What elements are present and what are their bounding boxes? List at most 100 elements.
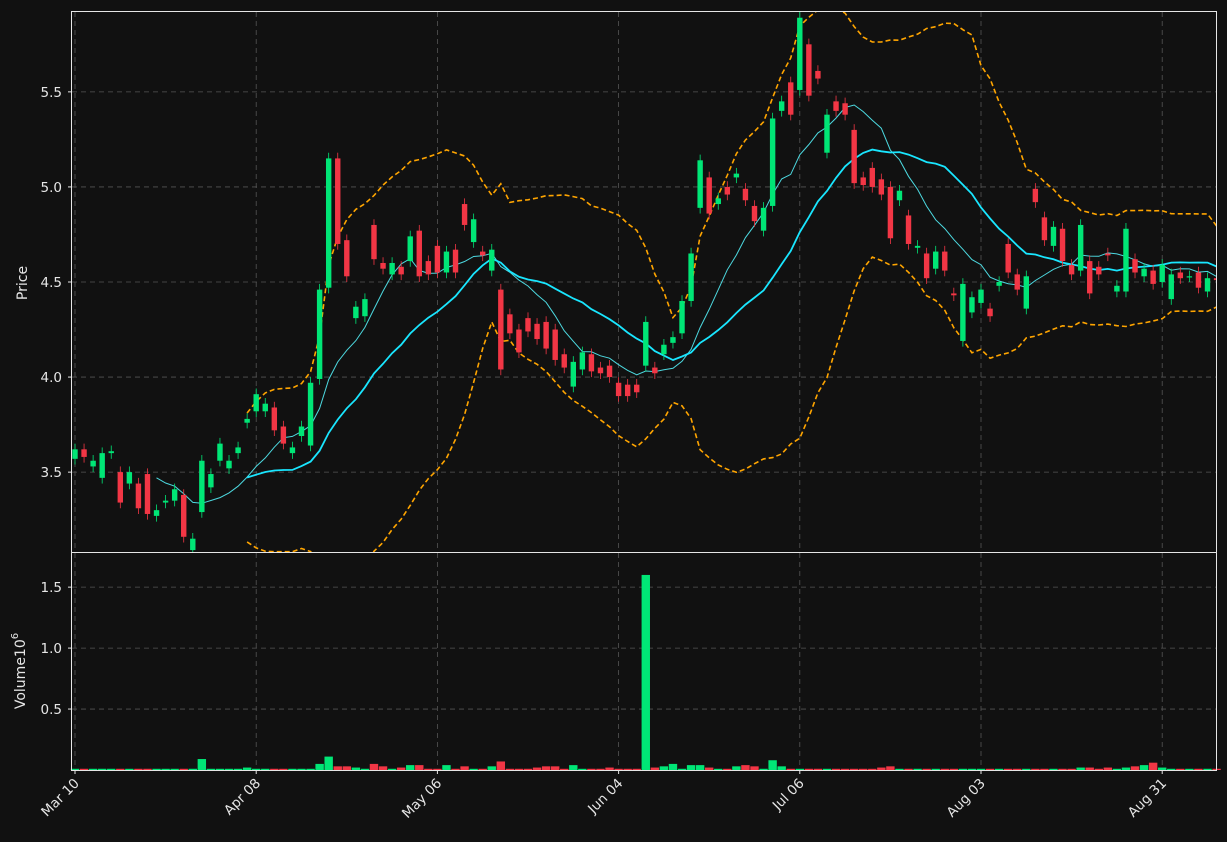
candle-body [1096,266,1102,275]
candle-body [516,329,522,353]
volume-bar [904,768,913,770]
volume-bar [1058,768,1067,770]
candle-body [951,293,957,296]
candle-body [933,251,939,269]
candle-body [253,394,259,412]
candle-body [416,230,422,277]
volume-bar [695,765,705,770]
candle-body [1023,276,1029,309]
volume-bar [351,767,361,770]
volume-bar [188,768,197,770]
candle-body [960,283,966,341]
candle-body [760,207,767,231]
volume-bar [1094,768,1103,770]
candle-body [407,236,413,262]
candle-body [335,158,341,244]
candle-body [126,472,133,484]
candle-body [887,186,894,239]
volume-bar [1185,768,1194,770]
volume-bar [886,766,895,770]
candle-body [806,44,812,96]
candle-body [597,367,604,374]
volume-tick-label: 1.0 [41,641,62,657]
candle-body [244,418,250,423]
volume-bar [958,768,968,770]
candle-body [144,474,151,514]
volume-bar [88,768,98,770]
candle-body [425,261,432,275]
candle-body [217,443,223,461]
candle-body [190,538,196,551]
candle-body [380,262,386,269]
candle-body [1150,270,1156,284]
candle-body [788,82,794,115]
candle-body [489,249,495,271]
volume-bar [288,768,297,770]
volume-bar [777,766,786,770]
candle-body [235,447,241,454]
candle-body [534,323,540,340]
candle-body [733,173,740,178]
candle-body [914,245,921,248]
candle-body [579,352,586,370]
candle-body [615,382,622,397]
volume-bar [1067,768,1076,770]
candle-body [153,510,160,516]
volume-bar [705,767,714,770]
volume-axis-label-text: Volume [13,657,29,709]
candle-body [434,245,441,273]
volume-bar [913,768,922,770]
price-tick-label: 4.5 [41,275,62,291]
candle-body [842,103,848,115]
candle-body [1204,278,1211,292]
volume-bar [750,766,759,770]
candle-body [869,167,875,187]
volume-bar [252,768,261,770]
candle-body [461,204,468,225]
volume-axis-exponent-power: 6 [10,633,21,639]
volume-bar [560,768,569,770]
volume-bar [786,768,795,770]
candle-body [280,426,287,444]
volume-bar [868,768,877,770]
candle-body [824,114,830,153]
volume-bar [197,759,207,770]
candle-body [1186,276,1193,278]
volume-bar [895,768,904,770]
candle-body [606,365,613,378]
candle-body [851,129,857,184]
volume-bar [1148,762,1158,770]
volume-bar [143,768,152,770]
candle-body [507,314,513,334]
volume-bar [532,767,542,770]
volume-bar [1031,768,1040,770]
candle-body [552,329,558,360]
volume-bar [994,768,1004,770]
volume-bar [505,768,515,770]
candle-body [199,460,205,513]
chart-background [0,0,1227,842]
candle-body [90,460,96,467]
candle-body [923,253,930,279]
stock-chart: 3.5 4.0 4.5 5.0 5.5 Price 0.5 1.0 1.5 Volume10… [0,0,1227,842]
volume-bar [940,768,949,770]
price-axis-label: Price [15,266,31,300]
candle-body [815,70,821,79]
volume-bar [233,768,243,770]
volume-bar [822,768,832,770]
volume-bar [1203,768,1212,770]
candle-body [969,297,975,313]
candle-body [208,474,214,488]
candle-body [353,306,359,319]
candle-body [860,177,866,186]
candle-body [398,266,404,275]
candle-body [978,289,984,303]
candle-body [1105,253,1111,256]
candle-body [525,318,531,332]
candle-body [226,460,232,469]
volume-bar [224,768,234,770]
price-tick-label: 4.0 [41,370,62,386]
candle-body [751,205,758,222]
price-tick-label: 5.0 [41,180,62,196]
volume-bar [931,768,940,770]
